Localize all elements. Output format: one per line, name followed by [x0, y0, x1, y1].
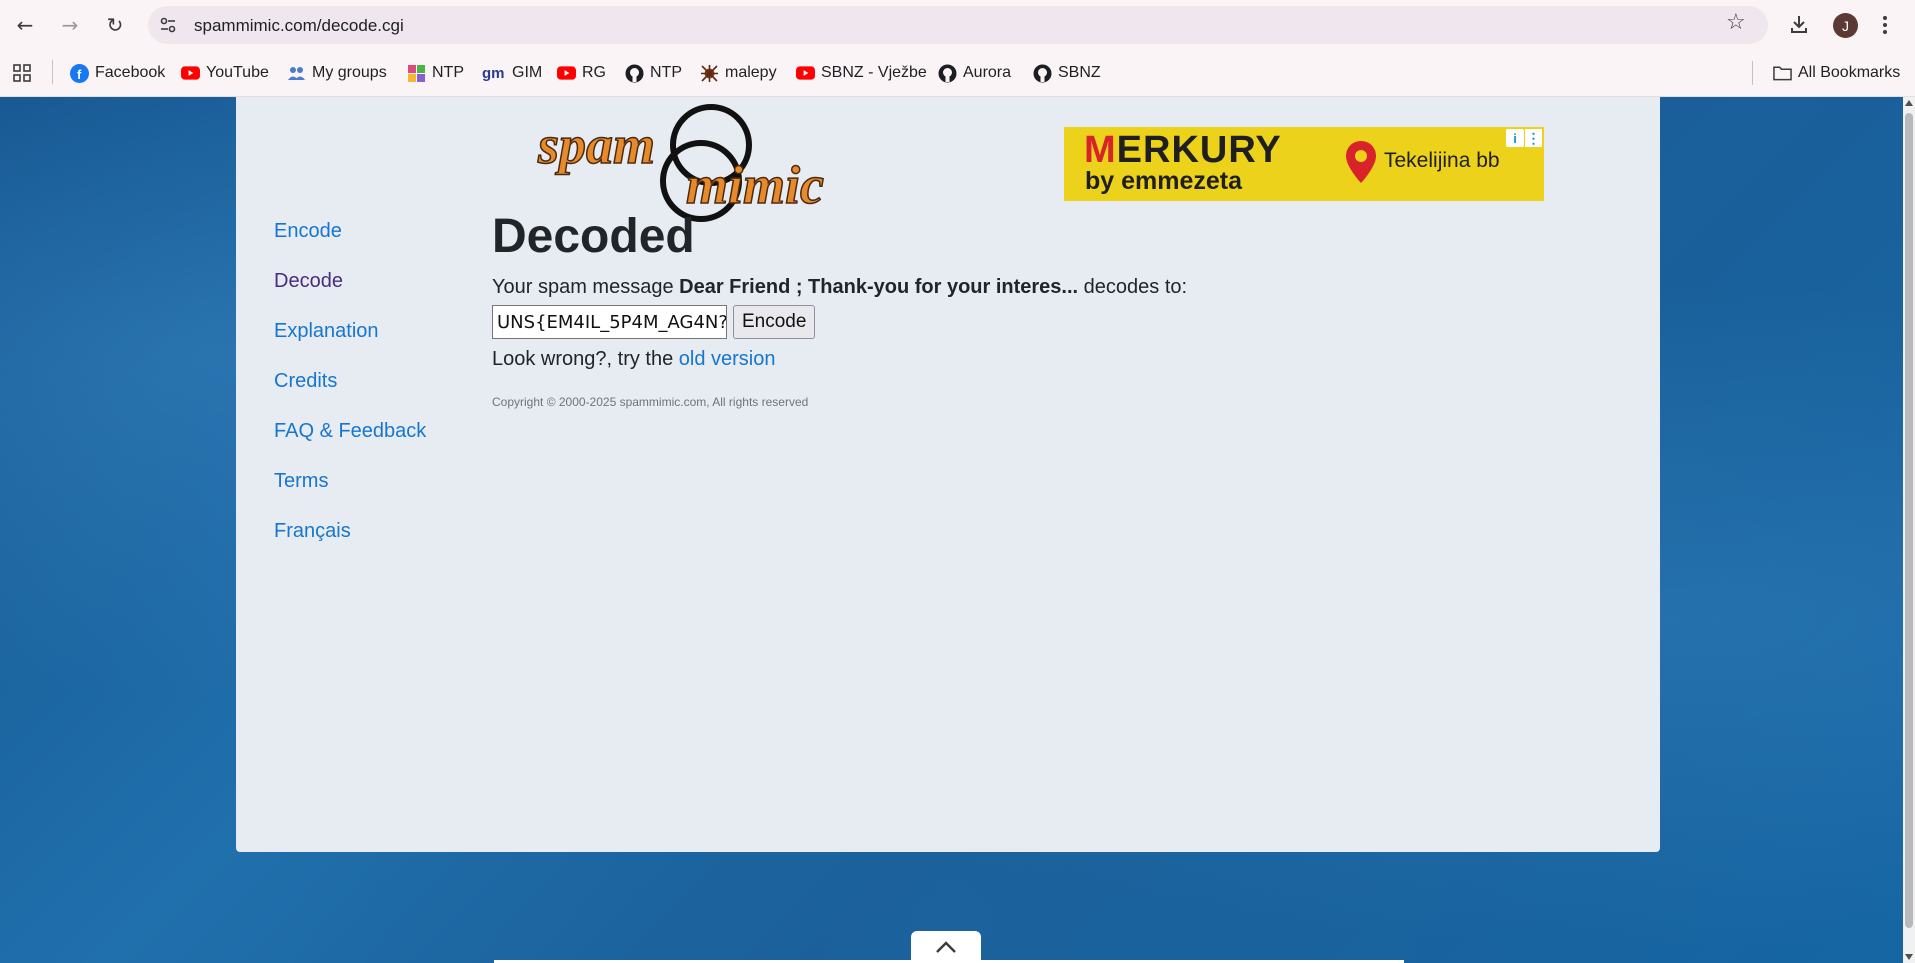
facebook-icon: f — [70, 63, 89, 83]
bookmarks-bar: f Facebook YouTube My groups NTP gm GIM … — [0, 49, 1915, 97]
ad-brand: MERKURY — [1084, 129, 1282, 171]
map-pin-icon — [1346, 141, 1376, 183]
scroll-up-arrow-icon[interactable] — [1905, 100, 1913, 106]
retry-line: Look wrong?, try the old version — [492, 348, 776, 370]
logo-text-spam: spam — [537, 115, 655, 175]
nav-francais[interactable]: Français — [274, 515, 444, 565]
folder-icon — [1773, 64, 1792, 83]
gm-icon: gm — [482, 64, 506, 83]
ad-subtitle: by emmezeta — [1085, 167, 1243, 195]
sidebar-nav: Encode Decode Explanation Credits FAQ & … — [274, 215, 444, 565]
bookmark-rg[interactable]: RG — [557, 61, 606, 85]
spammimic-logo[interactable]: spam mimic — [536, 103, 866, 223]
bookmark-my-groups[interactable]: My groups — [287, 61, 387, 85]
page-scrollbar[interactable] — [1903, 97, 1915, 963]
github-icon — [1033, 64, 1052, 83]
bookmark-label: Facebook — [95, 64, 166, 81]
bookmark-sbnz[interactable]: SBNZ — [1033, 61, 1101, 85]
all-bookmarks-label: All Bookmarks — [1798, 64, 1901, 81]
youtube-icon — [796, 64, 815, 83]
decode-message: Your spam message Dear Friend ; Thank-yo… — [492, 276, 1188, 298]
content-card: spam mimic MERKURY by emmezeta Tekelijin… — [236, 97, 1660, 852]
nav-terms[interactable]: Terms — [274, 465, 444, 515]
browser-toolbar: ← → ↻ spammimic.com/decode.cgi ☆ J — [0, 0, 1915, 49]
scrollbar-thumb[interactable] — [1905, 113, 1913, 928]
bookmark-label: Aurora — [963, 64, 1012, 81]
bookmark-label: YouTube — [206, 64, 269, 81]
all-bookmarks-button[interactable]: All Bookmarks — [1773, 61, 1900, 85]
nav-decode[interactable]: Decode — [274, 265, 444, 315]
bookmark-label: GIM — [512, 64, 543, 81]
svg-text:gm: gm — [482, 65, 505, 82]
ad-info-icon[interactable]: i — [1506, 129, 1524, 147]
bookmark-label: My groups — [312, 64, 387, 81]
ad-more-icon[interactable]: ⋮ — [1525, 129, 1542, 147]
site-info-icon[interactable] — [158, 15, 178, 35]
puzzle-icon — [407, 64, 426, 83]
reload-icon[interactable]: ↻ — [100, 10, 130, 40]
bookmark-star-icon[interactable]: ☆ — [1726, 10, 1750, 35]
bookmark-youtube[interactable]: YouTube — [181, 61, 269, 85]
spam-message-excerpt: Dear Friend ; Thank-you for your interes… — [679, 276, 1079, 298]
decoded-output-field[interactable]: UNS{EM4IL_5P4M_AG4N? — [492, 305, 727, 339]
bookmark-ntp-2[interactable]: NTP — [625, 61, 682, 85]
forward-icon[interactable]: → — [55, 10, 85, 40]
bookmark-malepy[interactable]: malepy — [700, 61, 777, 85]
more-menu-icon[interactable] — [1882, 14, 1888, 36]
bookmark-gim[interactable]: gm GIM — [482, 61, 542, 85]
malepy-icon — [700, 64, 719, 83]
encode-button[interactable]: Encode — [733, 305, 816, 339]
bookmarks-separator — [52, 60, 53, 84]
groups-icon — [287, 64, 306, 83]
bookmarks-divider — [1752, 61, 1753, 85]
back-icon[interactable]: ← — [10, 10, 40, 40]
download-icon[interactable] — [1788, 13, 1810, 35]
bookmark-facebook[interactable]: f Facebook — [70, 61, 165, 85]
page-viewport: spam mimic MERKURY by emmezeta Tekelijin… — [0, 97, 1903, 963]
address-bar[interactable]: spammimic.com/decode.cgi — [148, 6, 1768, 44]
bookmark-ntp-1[interactable]: NTP — [407, 61, 464, 85]
bookmark-aurora[interactable]: Aurora — [938, 61, 1011, 85]
chevron-up-icon — [936, 941, 956, 953]
svg-text:f: f — [77, 67, 82, 82]
nav-explanation[interactable]: Explanation — [274, 315, 444, 365]
page-title: Decoded — [492, 210, 695, 263]
scroll-down-arrow-icon[interactable] — [1905, 954, 1913, 960]
nav-faq-feedback[interactable]: FAQ & Feedback — [274, 415, 444, 465]
ad-location: Tekelijina bb — [1384, 149, 1500, 172]
old-version-link[interactable]: old version — [679, 348, 776, 370]
nav-encode[interactable]: Encode — [274, 215, 444, 265]
bookmark-label: NTP — [650, 64, 682, 81]
github-icon — [938, 64, 957, 83]
copyright-text: Copyright © 2000-2025 spammimic.com, All… — [492, 395, 809, 409]
bookmark-label: SBNZ — [1058, 64, 1101, 81]
profile-avatar[interactable]: J — [1833, 13, 1858, 38]
bookmark-label: malepy — [725, 64, 777, 81]
url-text: spammimic.com/decode.cgi — [194, 16, 404, 35]
scroll-to-top-button[interactable] — [911, 931, 981, 963]
main-content: Decoded Your spam message Dear Friend ; … — [492, 207, 1187, 409]
github-icon — [625, 64, 644, 83]
youtube-icon — [181, 64, 200, 83]
bookmark-label: SBNZ - Vježbe — [821, 64, 927, 81]
apps-grid-icon[interactable] — [12, 63, 32, 83]
bookmark-label: NTP — [432, 64, 464, 81]
advertisement-banner[interactable]: MERKURY by emmezeta Tekelijina bb i ⋮ — [1064, 127, 1544, 201]
nav-credits[interactable]: Credits — [274, 365, 444, 415]
bookmark-sbnz-vjezbe[interactable]: SBNZ - Vježbe — [796, 61, 927, 85]
result-row: UNS{EM4IL_5P4M_AG4N? Encode — [492, 305, 1187, 339]
youtube-icon — [557, 64, 576, 83]
logo-text-mimic: mimic — [686, 155, 824, 215]
bookmark-label: RG — [582, 64, 606, 81]
